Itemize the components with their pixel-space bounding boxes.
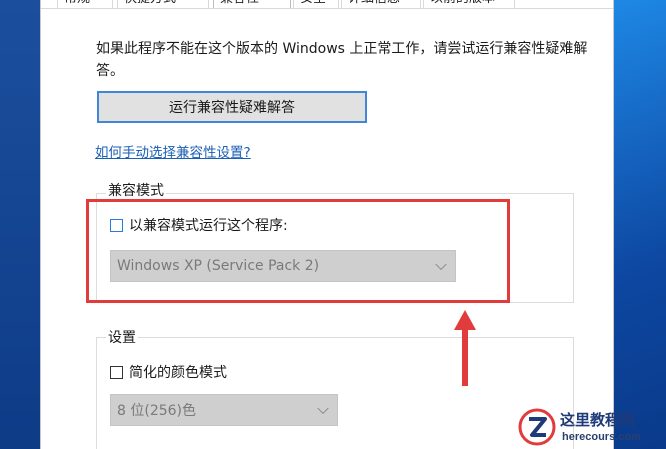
settings-legend: 设置 xyxy=(106,327,138,347)
watermark-site-url: herecours.com xyxy=(562,431,641,443)
up-arrow-annotation-icon xyxy=(454,310,476,386)
tab-shortcut[interactable]: 快捷方式 xyxy=(117,0,209,8)
tab-strip: 常规 快捷方式 兼容性 安全 详细信息 以前的版本 xyxy=(41,0,613,9)
tab-compatibility[interactable]: 兼容性 xyxy=(213,0,291,8)
desktop-background-left xyxy=(0,0,40,449)
tab-general[interactable]: 常规 xyxy=(57,0,113,8)
color-depth-select-value: 8 位(256)色 xyxy=(117,403,197,419)
watermark-site-name: 这里教程网 xyxy=(560,411,636,429)
site-watermark: 这里教程网 herecours.com xyxy=(518,406,666,449)
intro-text: 如果此程序不能在这个版本的 Windows 上正常工作，请尝试运行兼容性疑难解答… xyxy=(96,41,588,79)
highlight-annotation-box xyxy=(86,199,510,303)
compat-mode-legend: 兼容模式 xyxy=(106,180,166,200)
watermark-logo-icon xyxy=(518,408,556,446)
chevron-down-icon xyxy=(317,402,329,415)
settings-group xyxy=(96,337,574,449)
run-troubleshooter-button[interactable]: 运行兼容性疑难解答 xyxy=(97,91,367,123)
color-depth-select[interactable]: 8 位(256)色 xyxy=(110,394,338,426)
desktop-background-right xyxy=(612,0,666,449)
tab-details[interactable]: 详细信息 xyxy=(341,0,421,8)
manual-compat-help-link[interactable]: 如何手动选择兼容性设置? xyxy=(95,141,251,161)
tab-previous-versions[interactable]: 以前的版本 xyxy=(423,0,515,8)
reduced-color-checkbox-label: 简化的颜色模式 xyxy=(129,365,227,381)
reduced-color-checkbox[interactable] xyxy=(110,365,123,379)
reduced-color-option[interactable]: 简化的颜色模式 xyxy=(110,362,227,382)
tab-security[interactable]: 安全 xyxy=(293,0,339,8)
